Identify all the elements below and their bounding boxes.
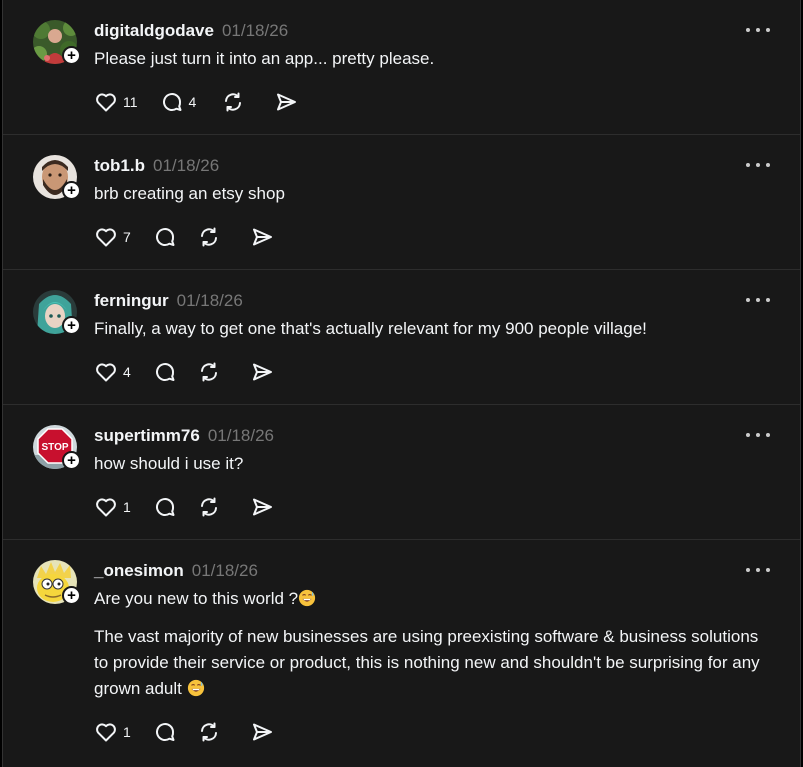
- heart-icon: [96, 363, 116, 382]
- action-bar: 1: [94, 495, 274, 519]
- like-button[interactable]: 1: [94, 720, 131, 744]
- follow-plus-icon[interactable]: +: [62, 316, 81, 335]
- like-count: 1: [123, 724, 131, 740]
- repost-icon: [200, 227, 217, 247]
- comment-bubble-icon: [155, 498, 175, 517]
- share-button[interactable]: [250, 495, 274, 519]
- timestamp[interactable]: 01/18/26: [192, 561, 258, 581]
- like-count: 7: [123, 229, 131, 245]
- follow-plus-icon[interactable]: +: [62, 586, 81, 605]
- follow-plus-icon[interactable]: +: [62, 46, 81, 65]
- repost-button[interactable]: [197, 495, 221, 519]
- timestamp[interactable]: 01/18/26: [222, 21, 288, 41]
- repost-button[interactable]: [197, 225, 221, 249]
- svg-text:STOP: STOP: [41, 442, 68, 453]
- like-button[interactable]: 1: [94, 495, 131, 519]
- username[interactable]: ferningur: [94, 291, 169, 311]
- reply-text: brb creating an etsy shop: [94, 184, 285, 203]
- username[interactable]: tob1.b: [94, 156, 145, 176]
- more-options-icon[interactable]: [746, 293, 770, 307]
- reply-text: how should i use it?: [94, 454, 244, 473]
- grinning-sweat-emoji-icon: [187, 679, 204, 697]
- action-bar: 1: [94, 720, 274, 744]
- repost-icon: [200, 362, 217, 382]
- like-button[interactable]: 4: [94, 360, 131, 384]
- send-icon: [252, 363, 272, 381]
- comment-button[interactable]: 4: [160, 90, 197, 114]
- username[interactable]: digitaldgodave: [94, 21, 214, 41]
- comment-button[interactable]: [153, 360, 177, 384]
- timestamp[interactable]: 01/18/26: [153, 156, 219, 176]
- heart-icon: [96, 498, 116, 517]
- grinning-sweat-emoji-icon: [299, 589, 316, 607]
- follow-plus-icon[interactable]: +: [62, 181, 81, 200]
- heart-icon: [96, 93, 116, 112]
- comment-count: 4: [188, 94, 197, 110]
- follow-plus-icon[interactable]: +: [62, 451, 81, 470]
- username[interactable]: supertimm76: [94, 426, 200, 446]
- share-button[interactable]: [250, 225, 274, 249]
- reply-text: Please just turn it into an app... prett…: [94, 49, 435, 68]
- repost-icon: [200, 722, 217, 742]
- reply-item: + ferningur 01/18/26 Finally, a way to g…: [3, 270, 800, 405]
- repost-button[interactable]: [197, 720, 221, 744]
- action-bar: 11 4: [94, 90, 298, 114]
- like-button[interactable]: 11: [94, 90, 138, 114]
- send-icon: [252, 723, 272, 741]
- reply-item: + tob1.b 01/18/26 brb creating an etsy s…: [3, 135, 800, 270]
- timestamp[interactable]: 01/18/26: [177, 291, 243, 311]
- share-button[interactable]: [250, 720, 274, 744]
- more-options-icon[interactable]: [746, 158, 770, 172]
- share-button[interactable]: [250, 360, 274, 384]
- more-options-icon[interactable]: [746, 428, 770, 442]
- send-icon: [277, 93, 297, 111]
- reply-text: Are you new to this world ? The vast maj…: [94, 589, 760, 698]
- more-options-icon[interactable]: [746, 563, 770, 577]
- reply-item: STOP + supertimm76 01/18/26 how should i…: [3, 405, 800, 540]
- send-icon: [252, 498, 272, 516]
- repost-button[interactable]: [197, 360, 221, 384]
- more-options-icon[interactable]: [746, 23, 770, 37]
- share-button[interactable]: [274, 90, 298, 114]
- repost-button[interactable]: [221, 90, 245, 114]
- action-bar: 7: [94, 225, 274, 249]
- comment-bubble-icon: [162, 93, 182, 112]
- action-bar: 4: [94, 360, 274, 384]
- like-count: 1: [123, 499, 131, 515]
- replies-feed: + digitaldgodave 01/18/26 Please just tu…: [2, 0, 801, 767]
- reply-item: + digitaldgodave 01/18/26 Please just tu…: [3, 0, 800, 135]
- comment-bubble-icon: [155, 228, 175, 247]
- comment-button[interactable]: [153, 720, 177, 744]
- timestamp[interactable]: 01/18/26: [208, 426, 274, 446]
- like-button[interactable]: 7: [94, 225, 131, 249]
- heart-icon: [96, 228, 116, 247]
- comment-bubble-icon: [155, 363, 175, 382]
- send-icon: [252, 228, 272, 246]
- reply-item: + _onesimon 01/18/26 Are you new to this…: [3, 540, 800, 767]
- comment-button[interactable]: [153, 225, 177, 249]
- comment-button[interactable]: [153, 495, 177, 519]
- username[interactable]: _onesimon: [94, 561, 184, 581]
- like-count: 11: [123, 94, 138, 110]
- reply-text: Finally, a way to get one that's actuall…: [94, 319, 647, 338]
- repost-icon: [225, 92, 242, 112]
- repost-icon: [200, 497, 217, 517]
- heart-icon: [96, 723, 116, 742]
- like-count: 4: [123, 364, 131, 380]
- comment-bubble-icon: [155, 723, 175, 742]
